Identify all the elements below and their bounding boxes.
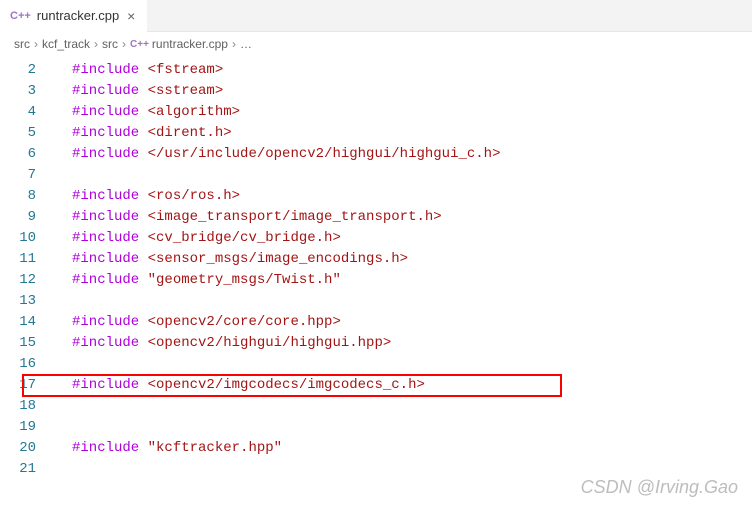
- breadcrumb-file[interactable]: C++ runtracker.cpp: [130, 37, 228, 51]
- code-line[interactable]: 18: [0, 396, 752, 417]
- code-line[interactable]: 10#include <cv_bridge/cv_bridge.h>: [0, 228, 752, 249]
- code-content[interactable]: #include <dirent.h>: [56, 123, 232, 144]
- chevron-right-icon: ›: [122, 37, 126, 51]
- tab-bar: C++ runtracker.cpp ×: [0, 0, 752, 32]
- code-line[interactable]: 19: [0, 417, 752, 438]
- code-line[interactable]: 13: [0, 291, 752, 312]
- code-line[interactable]: 17#include <opencv2/imgcodecs/imgcodecs_…: [0, 375, 752, 396]
- line-number: 21: [0, 459, 56, 480]
- line-number: 7: [0, 165, 56, 186]
- chevron-right-icon: ›: [232, 37, 236, 51]
- code-content[interactable]: [56, 291, 72, 312]
- code-content[interactable]: #include <opencv2/highgui/highgui.hpp>: [56, 333, 391, 354]
- code-line[interactable]: 9#include <image_transport/image_transpo…: [0, 207, 752, 228]
- line-number: 17: [0, 375, 56, 396]
- line-number: 16: [0, 354, 56, 375]
- code-content[interactable]: #include </usr/include/opencv2/highgui/h…: [56, 144, 500, 165]
- code-content[interactable]: #include <opencv2/core/core.hpp>: [56, 312, 341, 333]
- code-content[interactable]: #include <fstream>: [56, 60, 223, 81]
- line-number: 18: [0, 396, 56, 417]
- code-line[interactable]: 7: [0, 165, 752, 186]
- code-content[interactable]: #include <image_transport/image_transpor…: [56, 207, 442, 228]
- code-line[interactable]: 3#include <sstream>: [0, 81, 752, 102]
- cpp-icon: C++: [130, 39, 149, 50]
- cpp-icon: C++: [10, 10, 31, 22]
- breadcrumb-segment[interactable]: kcf_track: [42, 37, 90, 51]
- code-line[interactable]: 15#include <opencv2/highgui/highgui.hpp>: [0, 333, 752, 354]
- line-number: 15: [0, 333, 56, 354]
- chevron-right-icon: ›: [94, 37, 98, 51]
- code-line[interactable]: 14#include <opencv2/core/core.hpp>: [0, 312, 752, 333]
- code-line[interactable]: 12#include "geometry_msgs/Twist.h": [0, 270, 752, 291]
- line-number: 6: [0, 144, 56, 165]
- code-content[interactable]: [56, 459, 72, 480]
- code-line[interactable]: 6#include </usr/include/opencv2/highgui/…: [0, 144, 752, 165]
- code-content[interactable]: #include <algorithm>: [56, 102, 240, 123]
- code-content[interactable]: #include <sstream>: [56, 81, 223, 102]
- line-number: 5: [0, 123, 56, 144]
- editor-tab[interactable]: C++ runtracker.cpp ×: [0, 0, 147, 32]
- line-number: 3: [0, 81, 56, 102]
- code-content[interactable]: #include <cv_bridge/cv_bridge.h>: [56, 228, 341, 249]
- code-line[interactable]: 2#include <fstream>: [0, 60, 752, 81]
- code-content[interactable]: #include "kcftracker.hpp": [56, 438, 282, 459]
- line-number: 11: [0, 249, 56, 270]
- watermark: CSDN @Irving.Gao: [581, 477, 738, 498]
- breadcrumb-segment[interactable]: src: [102, 37, 118, 51]
- line-number: 14: [0, 312, 56, 333]
- code-content[interactable]: #include <ros/ros.h>: [56, 186, 240, 207]
- code-line[interactable]: 20#include "kcftracker.hpp": [0, 438, 752, 459]
- code-line[interactable]: 16: [0, 354, 752, 375]
- line-number: 9: [0, 207, 56, 228]
- code-line[interactable]: 4#include <algorithm>: [0, 102, 752, 123]
- chevron-right-icon: ›: [34, 37, 38, 51]
- close-icon[interactable]: ×: [125, 8, 137, 24]
- code-editor[interactable]: 2#include <fstream>3#include <sstream>4#…: [0, 56, 752, 480]
- code-line[interactable]: 8#include <ros/ros.h>: [0, 186, 752, 207]
- code-content[interactable]: #include "geometry_msgs/Twist.h": [56, 270, 341, 291]
- line-number: 19: [0, 417, 56, 438]
- line-number: 8: [0, 186, 56, 207]
- breadcrumb-ellipsis[interactable]: …: [240, 37, 252, 51]
- line-number: 20: [0, 438, 56, 459]
- code-content[interactable]: [56, 396, 72, 417]
- code-line[interactable]: 11#include <sensor_msgs/image_encodings.…: [0, 249, 752, 270]
- code-line[interactable]: 21: [0, 459, 752, 480]
- code-content[interactable]: [56, 165, 72, 186]
- breadcrumb[interactable]: src › kcf_track › src › C++ runtracker.c…: [0, 32, 752, 56]
- code-line[interactable]: 5#include <dirent.h>: [0, 123, 752, 144]
- line-number: 13: [0, 291, 56, 312]
- code-content[interactable]: #include <sensor_msgs/image_encodings.h>: [56, 249, 408, 270]
- code-content[interactable]: #include <opencv2/imgcodecs/imgcodecs_c.…: [56, 375, 425, 396]
- code-content[interactable]: [56, 417, 72, 438]
- breadcrumb-segment[interactable]: src: [14, 37, 30, 51]
- line-number: 4: [0, 102, 56, 123]
- line-number: 10: [0, 228, 56, 249]
- line-number: 2: [0, 60, 56, 81]
- line-number: 12: [0, 270, 56, 291]
- tab-filename: runtracker.cpp: [37, 8, 119, 23]
- code-content[interactable]: [56, 354, 72, 375]
